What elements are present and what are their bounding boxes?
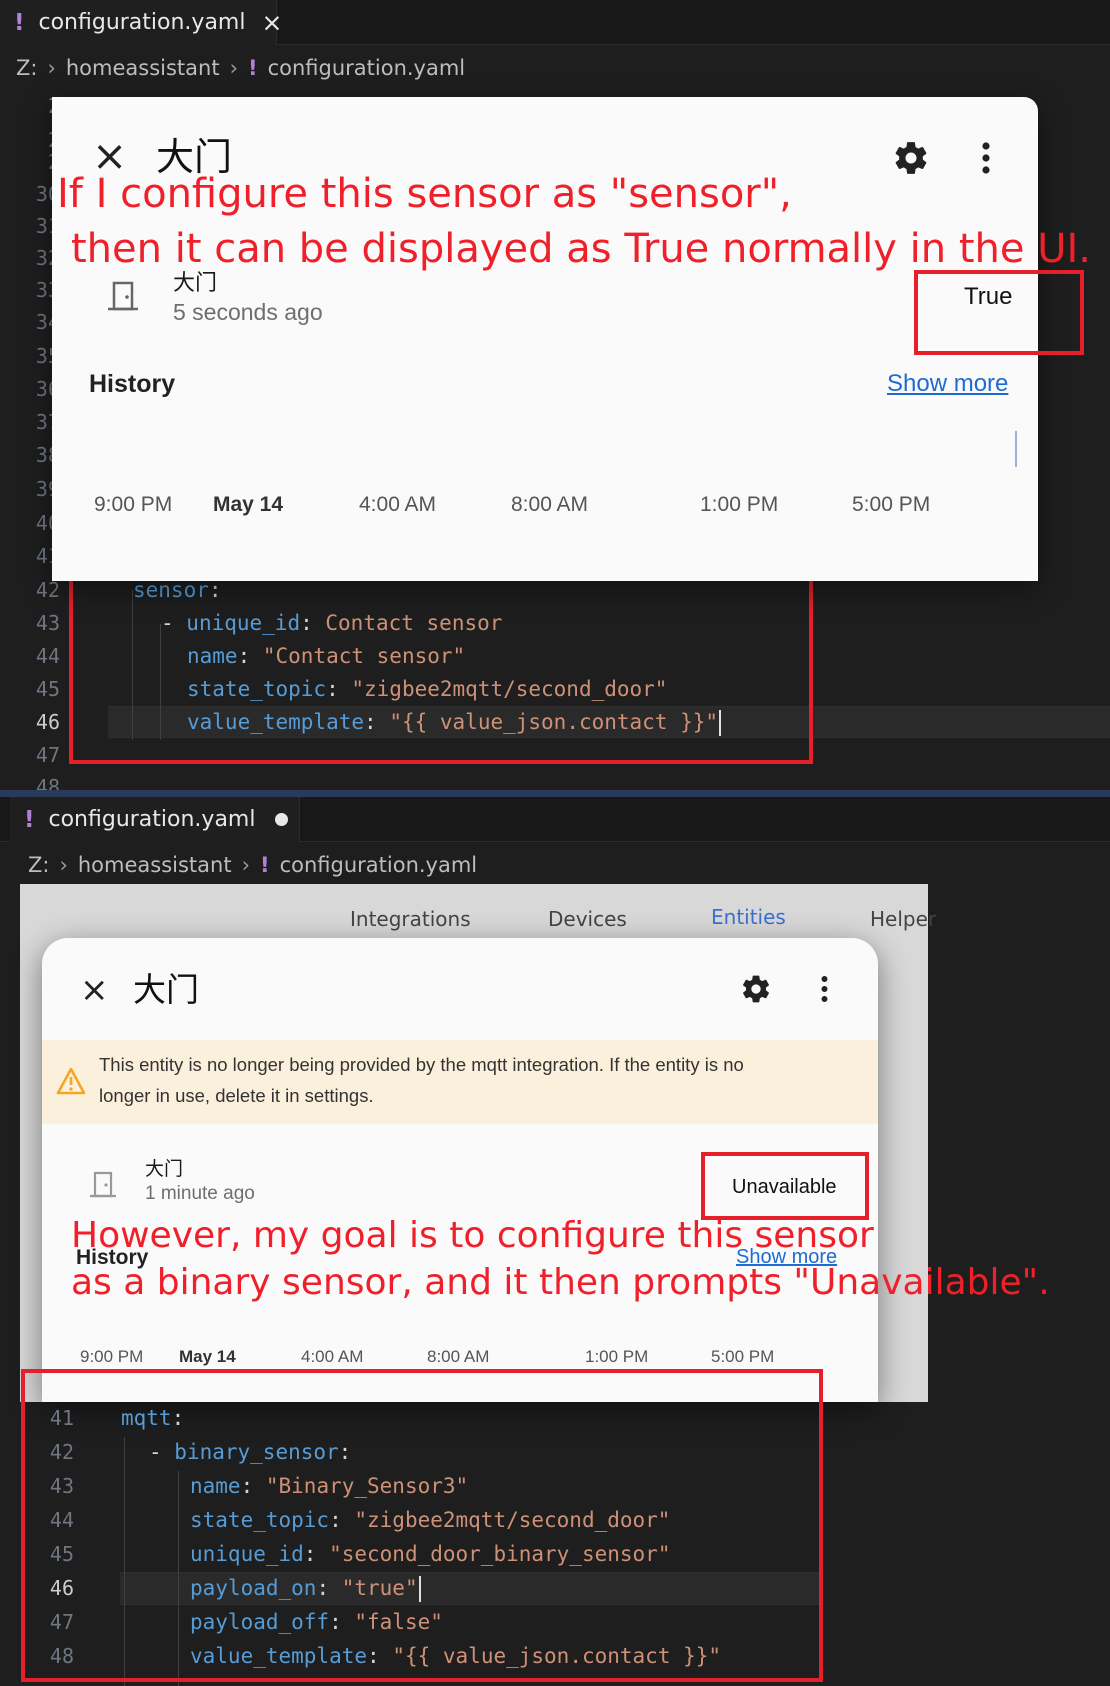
breadcrumb-file[interactable]: configuration.yaml [280, 853, 478, 877]
annotation-text: as a binary sensor, and it then prompts … [71, 1262, 1050, 1303]
show-more-link[interactable]: Show more [887, 370, 1008, 398]
timeline-tick: 8:00 AM [427, 1347, 490, 1366]
timeline-tick: May 14 [179, 1347, 236, 1366]
line-number: 37 [35, 410, 60, 434]
unsaved-dot-icon[interactable] [275, 813, 289, 826]
tab-close-icon[interactable]: × [261, 8, 282, 37]
timeline-tick: 1:00 PM [585, 1347, 649, 1366]
more-vert-icon[interactable] [821, 975, 828, 1003]
editor-pane-bottom: ! configuration.yaml Z: › homeassistant … [0, 797, 1110, 1686]
more-vert-icon[interactable] [982, 141, 990, 175]
chevron-right-icon: › [241, 853, 250, 877]
line-number: 31 [35, 214, 60, 238]
timeline-tick: 4:00 AM [359, 493, 437, 516]
line-number-active: 46 [35, 710, 60, 734]
line-number: 44 [35, 644, 60, 668]
line-number: 45 [35, 677, 60, 701]
entity-name: 大门 [145, 1158, 184, 1180]
annotation-text: However, my goal is to configure this se… [71, 1215, 874, 1256]
highlight-box-code [69, 555, 813, 764]
tab-configuration-yaml[interactable]: ! configuration.yaml × [0, 0, 282, 45]
chevron-right-icon: › [47, 56, 56, 80]
chevron-right-icon: › [59, 853, 68, 877]
highlight-box-state [701, 1152, 869, 1220]
timeline-tick: 9:00 PM [94, 493, 173, 516]
line-number: 35 [35, 344, 60, 368]
warning-text-line: longer in use, delete it in settings. [99, 1085, 374, 1106]
history-bar-marker [1015, 431, 1017, 467]
tab-label: configuration.yaml [48, 807, 256, 832]
annotation-text: If I configure this sensor as "sensor", [57, 171, 792, 217]
timeline-tick: 5:00 PM [711, 1347, 775, 1366]
chevron-right-icon: › [229, 56, 238, 80]
breadcrumb-folder[interactable]: homeassistant [66, 56, 220, 80]
line-number: 39 [35, 477, 60, 501]
gear-icon[interactable] [892, 139, 930, 177]
highlight-box-state [914, 270, 1084, 355]
line-number: 47 [35, 743, 60, 767]
tab-integrations[interactable]: Integrations [350, 907, 471, 931]
breadcrumb-drive[interactable]: Z: [28, 853, 49, 877]
tab-entities[interactable]: Entities [711, 905, 786, 929]
line-number: 30 [35, 182, 60, 206]
tab-helpers[interactable]: Helper [870, 907, 936, 931]
highlight-box-code [21, 1369, 823, 1682]
last-changed-time: 1 minute ago [145, 1183, 255, 1204]
tab-label: configuration.yaml [38, 10, 246, 35]
line-number: 2 [0, 147, 60, 179]
dialog-title: 大门 [133, 970, 199, 1009]
warning-text-line: This entity is no longer being provided … [99, 1054, 744, 1075]
door-icon [106, 279, 140, 313]
door-icon [88, 1170, 118, 1200]
line-number: 42 [35, 578, 60, 602]
yaml-file-icon: ! [14, 9, 25, 36]
tab-bar: ! configuration.yaml × [0, 0, 1110, 45]
line-number: 41 [35, 544, 60, 568]
pane-divider [0, 790, 1110, 797]
breadcrumb-file[interactable]: configuration.yaml [268, 56, 466, 80]
tab-bar: ! configuration.yaml [0, 797, 1110, 842]
yaml-file-icon: ! [260, 853, 270, 877]
line-number: 33 [35, 278, 60, 302]
warning-banner: This entity is no longer being provided … [42, 1040, 878, 1124]
warning-icon [56, 1067, 86, 1095]
line-number: 34 [35, 310, 60, 334]
line-number: 32 [35, 246, 60, 270]
yaml-file-icon: ! [24, 806, 35, 833]
yaml-file-icon: ! [248, 56, 258, 80]
tab-configuration-yaml[interactable]: ! configuration.yaml [10, 797, 300, 842]
history-heading: History [89, 370, 176, 398]
line-number: 43 [35, 611, 60, 635]
breadcrumb-drive[interactable]: Z: [16, 56, 37, 80]
timeline-tick: May 14 [213, 493, 284, 516]
timeline-tick: 5:00 PM [852, 493, 931, 516]
gear-icon[interactable] [740, 973, 772, 1005]
timeline-tick: 9:00 PM [80, 1347, 144, 1366]
breadcrumb-folder[interactable]: homeassistant [78, 853, 232, 877]
editor-pane-top: ! configuration.yaml × Z: › homeassistan… [0, 0, 1110, 790]
close-icon[interactable]: × [80, 973, 109, 1007]
timeline-tick: 8:00 AM [511, 493, 589, 516]
annotation-text: then it can be displayed as True normall… [71, 226, 1091, 272]
breadcrumb: Z: › homeassistant › ! configuration.yam… [0, 46, 1110, 90]
line-number: 2 [0, 91, 60, 123]
line-number: 48 [35, 775, 60, 790]
line-number: 40 [35, 511, 60, 535]
last-changed-time: 5 seconds ago [173, 299, 323, 325]
entity-dialog: × 大门 大门 5 seconds ago True History Show … [52, 97, 1038, 581]
line-number: 36 [35, 377, 60, 401]
timeline-tick: 4:00 AM [301, 1347, 364, 1366]
tab-devices[interactable]: Devices [548, 907, 627, 931]
timeline-tick: 1:00 PM [700, 493, 779, 516]
line-number: 38 [35, 443, 60, 467]
breadcrumb: Z: › homeassistant › ! configuration.yam… [0, 843, 1110, 887]
